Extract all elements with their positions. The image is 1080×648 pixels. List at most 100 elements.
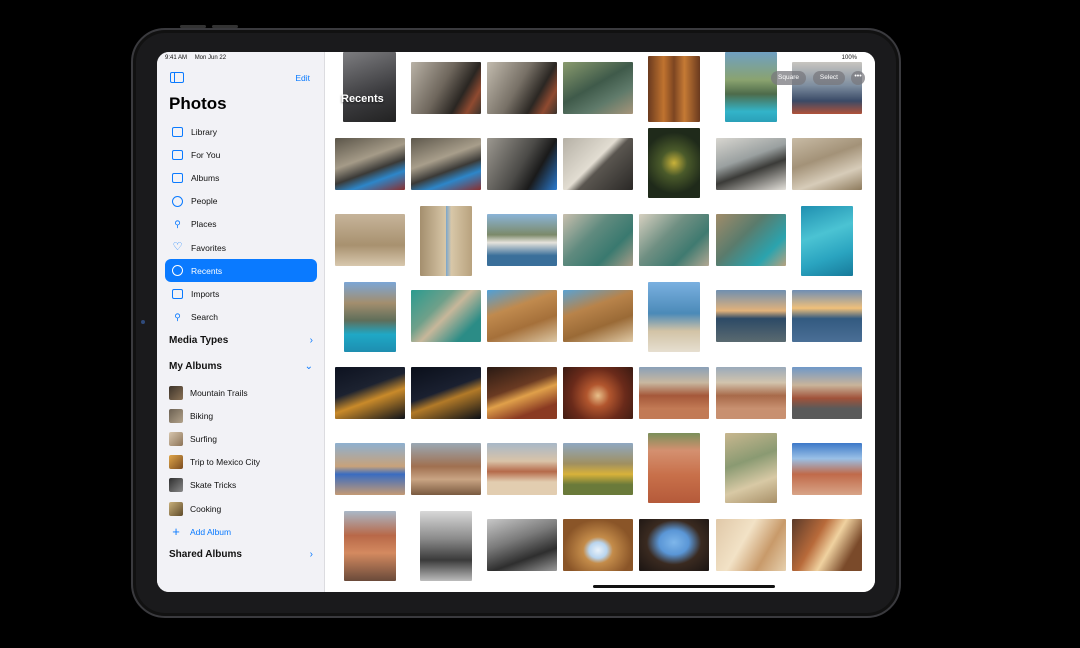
album-item-cooking[interactable]: Cooking — [165, 497, 317, 520]
page-title: Recents — [341, 93, 384, 105]
photo-thumbnail[interactable] — [411, 138, 481, 190]
photo-thumbnail[interactable] — [343, 52, 396, 122]
status-bar-left: 9:41 AM Mon Jun 22 — [165, 55, 232, 61]
album-thumbnail — [169, 385, 183, 400]
photo-thumbnail[interactable] — [487, 138, 557, 190]
shared-albums-section[interactable]: Shared Albums › — [169, 549, 313, 560]
photo-thumbnail[interactable] — [411, 367, 481, 419]
camera-dot — [141, 320, 145, 324]
photo-thumbnail[interactable] — [411, 290, 481, 342]
search-icon: ⚲ — [174, 311, 181, 322]
photo-thumbnail[interactable] — [639, 367, 709, 419]
sidebar-item-albums[interactable]: Albums — [165, 166, 317, 189]
volume-button — [212, 25, 238, 28]
album-label: Skate Tricks — [190, 480, 237, 491]
sidebar-title: Photos — [169, 94, 227, 113]
album-item-biking[interactable]: Biking — [165, 404, 317, 427]
photo-thumbnail[interactable] — [420, 511, 472, 581]
for-you-icon — [171, 148, 184, 161]
photo-thumbnail[interactable] — [648, 433, 700, 503]
sidebar-item-label: Albums — [191, 172, 220, 183]
sidebar-item-label: Favorites — [191, 242, 226, 253]
places-icon: ⚲ — [174, 218, 181, 229]
photo-thumbnail[interactable] — [648, 282, 700, 352]
photo-thumbnail[interactable] — [344, 511, 396, 581]
photo-thumbnail[interactable] — [792, 443, 862, 495]
photo-thumbnail[interactable] — [648, 128, 700, 198]
photo-thumbnail[interactable] — [792, 290, 862, 342]
photo-thumbnail[interactable] — [411, 443, 481, 495]
photo-thumbnail[interactable] — [487, 367, 557, 419]
photo-thumbnail[interactable] — [716, 290, 786, 342]
album-label: Trip to Mexico City — [190, 457, 261, 468]
album-item-mountain-trails[interactable]: Mountain Trails — [165, 381, 317, 404]
photo-thumbnail[interactable] — [563, 214, 633, 266]
photo-thumbnail[interactable] — [792, 62, 862, 114]
photo-thumbnail[interactable] — [792, 138, 862, 190]
status-date: Mon Jun 22 — [194, 55, 227, 61]
album-item-trip-to-mexico-city[interactable]: Trip to Mexico City — [165, 451, 317, 474]
photo-thumbnail[interactable] — [563, 443, 633, 495]
photo-thumbnail[interactable] — [639, 519, 709, 571]
photo-thumbnail[interactable] — [716, 367, 786, 419]
photo-thumbnail[interactable] — [411, 62, 481, 114]
sidebar-item-search[interactable]: ⚲ Search — [165, 306, 317, 329]
photo-thumbnail[interactable] — [725, 433, 777, 503]
photo-thumbnail[interactable] — [335, 138, 405, 190]
media-types-section[interactable]: Media Types › — [169, 335, 313, 346]
photo-thumbnail[interactable] — [335, 443, 405, 495]
photo-thumbnail[interactable] — [487, 443, 557, 495]
photo-thumbnail[interactable] — [420, 206, 472, 276]
sidebar-item-label: Places — [191, 219, 217, 230]
photo-thumbnail[interactable] — [801, 206, 853, 276]
chevron-right-icon: › — [309, 549, 313, 560]
more-icon[interactable]: ••• — [851, 71, 865, 85]
photo-thumbnail[interactable] — [725, 52, 777, 122]
photo-thumbnail[interactable] — [487, 290, 557, 342]
photo-thumbnail[interactable] — [792, 519, 862, 571]
photo-thumbnail[interactable] — [563, 367, 633, 419]
sidebar-item-favorites[interactable]: ♡ Favorites — [165, 236, 317, 259]
photo-thumbnail[interactable] — [335, 367, 405, 419]
album-item-surfing[interactable]: Surfing — [165, 427, 317, 450]
sidebar-item-places[interactable]: ⚲ Places — [165, 213, 317, 236]
photo-thumbnail[interactable] — [335, 214, 405, 266]
sidebar-item-recents[interactable]: Recents — [165, 259, 317, 283]
photo-thumbnail[interactable] — [487, 214, 557, 266]
status-time: 9:41 AM — [165, 55, 188, 61]
photo-thumbnail[interactable] — [344, 282, 396, 352]
photo-thumbnail[interactable] — [716, 138, 786, 190]
square-button[interactable]: Square — [771, 71, 806, 85]
heart-icon: ♡ — [172, 241, 183, 254]
sidebar-item-label: Library — [191, 126, 217, 137]
plus-icon: + — [172, 523, 180, 539]
album-label: Cooking — [190, 503, 222, 514]
add-album-label: Add Album — [190, 526, 232, 537]
sidebar-toggle-icon[interactable] — [170, 72, 184, 83]
album-thumbnail — [169, 455, 183, 470]
album-item-skate-tricks[interactable]: Skate Tricks — [165, 474, 317, 497]
photo-thumbnail[interactable] — [563, 62, 633, 114]
status-battery: 100% — [841, 55, 857, 61]
sidebar-item-people[interactable]: People — [165, 190, 317, 213]
photo-thumbnail[interactable] — [648, 56, 700, 122]
add-album-button[interactable]: + Add Album — [165, 520, 317, 543]
photo-thumbnail[interactable] — [716, 214, 786, 266]
select-button[interactable]: Select — [812, 71, 845, 85]
album-thumbnail — [169, 501, 183, 516]
sidebar-item-library[interactable]: Library — [165, 120, 317, 143]
photo-thumbnail[interactable] — [792, 367, 862, 419]
photo-thumbnail[interactable] — [716, 519, 786, 571]
shared-albums-label: Shared Albums — [169, 549, 242, 560]
edit-button[interactable]: Edit — [295, 73, 310, 83]
sidebar-item-imports[interactable]: Imports — [165, 282, 317, 305]
sidebar-item-for-you[interactable]: For You — [165, 143, 317, 166]
album-label: Surfing — [190, 433, 217, 444]
photo-thumbnail[interactable] — [487, 519, 557, 571]
photo-thumbnail[interactable] — [487, 62, 557, 114]
photo-thumbnail[interactable] — [639, 214, 709, 266]
my-albums-section[interactable]: My Albums ⌄ — [169, 361, 313, 372]
photo-thumbnail[interactable] — [563, 519, 633, 571]
photo-thumbnail[interactable] — [563, 138, 633, 190]
photo-thumbnail[interactable] — [563, 290, 633, 342]
